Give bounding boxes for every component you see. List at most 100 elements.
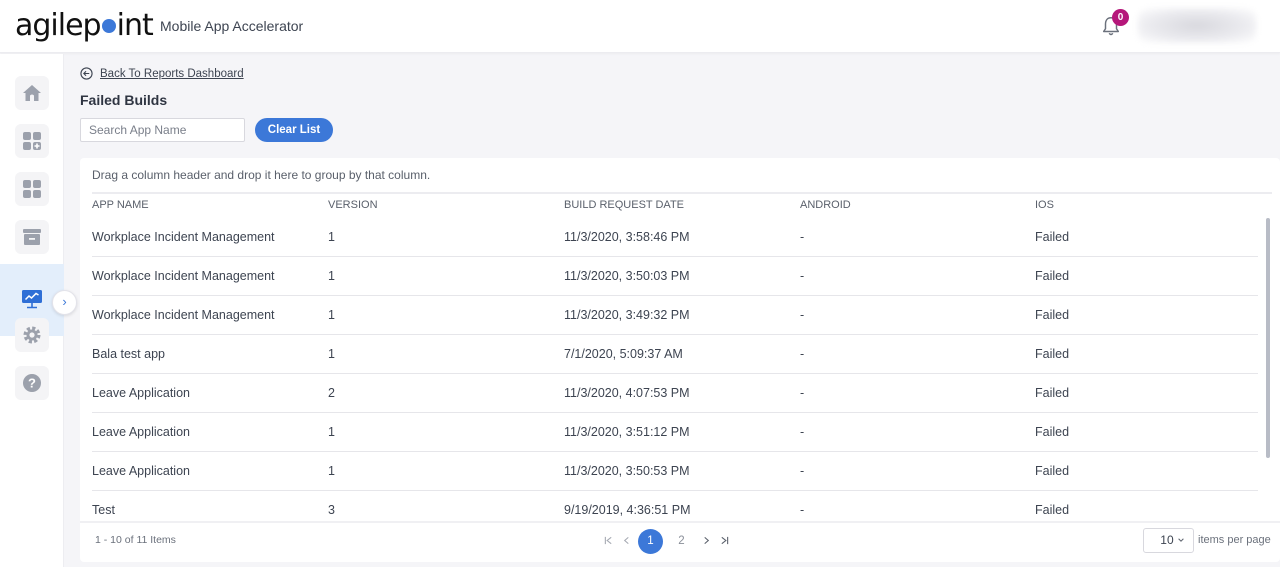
table-row[interactable]: Leave Application 2 11/3/2020, 4:07:53 PM -… (92, 374, 1258, 413)
cell-build-request-date: 11/3/2020, 3:50:03 PM (564, 269, 690, 283)
notification-count-badge: 0 (1112, 9, 1129, 26)
pager-info: 1 - 10 of 11 Items (95, 534, 176, 546)
last-page-button[interactable] (718, 536, 730, 548)
group-by-drop-zone[interactable]: Drag a column header and drop it here to… (92, 168, 430, 182)
cell-app-name: Test (92, 503, 115, 517)
previous-page-button[interactable] (620, 536, 632, 548)
table-row[interactable]: Leave Application 1 11/3/2020, 3:50:53 PM -… (92, 452, 1258, 491)
back-link-text[interactable]: Back To Reports Dashboard (100, 68, 244, 80)
cell-version: 2 (328, 386, 335, 400)
column-header-android[interactable]: ANDROID (800, 199, 851, 211)
grid-vertical-scrollbar[interactable] (1266, 218, 1270, 458)
cell-android: - (800, 308, 805, 322)
apps-grid-icon (23, 180, 41, 198)
cell-build-request-date: 11/3/2020, 3:51:12 PM (564, 425, 690, 439)
cell-app-name: Workplace Incident Management (92, 308, 275, 322)
sidebar-item-settings[interactable] (0, 312, 64, 360)
logo-text-right: int (116, 8, 154, 43)
sidebar-item-create-app[interactable] (0, 118, 64, 166)
apps-add-icon (23, 132, 41, 150)
next-page-icon (703, 536, 709, 544)
back-to-reports-link[interactable]: Back To Reports Dashboard (80, 67, 244, 80)
cell-version: 1 (328, 269, 335, 283)
page-1-button[interactable]: 1 (638, 529, 663, 554)
home-icon (23, 85, 41, 101)
previous-page-icon (623, 536, 629, 544)
column-header-version[interactable]: VERSION (328, 199, 378, 211)
cell-app-name: Bala test app (92, 347, 165, 361)
footer-divider (80, 521, 1280, 523)
cell-ios: Failed (1035, 347, 1070, 361)
column-header-app-name[interactable]: APP NAME (92, 199, 149, 211)
table-row[interactable]: Workplace Incident Management 1 11/3/2020,… (92, 218, 1258, 257)
cell-build-request-date: 11/3/2020, 3:49:32 PM (564, 308, 690, 322)
cell-ios: Failed (1035, 425, 1070, 439)
cell-app-name: Workplace Incident Management (92, 269, 275, 283)
first-page-icon (604, 536, 612, 544)
column-header-ios[interactable]: IOS (1035, 199, 1054, 211)
page-title: Failed Builds (80, 92, 168, 108)
cell-version: 1 (328, 464, 335, 478)
cell-version: 1 (328, 425, 335, 439)
group-divider (92, 192, 1272, 194)
cell-build-request-date: 9/19/2019, 4:36:51 PM (564, 503, 691, 517)
page-size-select[interactable]: 10 (1143, 528, 1194, 553)
cell-ios: Failed (1035, 308, 1070, 322)
cell-app-name: Leave Application (92, 425, 190, 439)
cell-android: - (800, 425, 805, 439)
logo-text-left: agilep (15, 8, 102, 43)
sidebar-item-home[interactable] (0, 70, 64, 118)
user-profile-blurred[interactable] (1138, 8, 1256, 43)
chevron-down-icon (1178, 538, 1184, 542)
next-page-button[interactable] (700, 536, 712, 548)
failed-builds-grid: Drag a column header and drop it here to… (80, 158, 1280, 562)
clear-list-button[interactable]: Clear List (255, 118, 333, 142)
cell-android: - (800, 230, 805, 244)
cell-ios: Failed (1035, 269, 1070, 283)
cell-build-request-date: 11/3/2020, 3:50:53 PM (564, 464, 690, 478)
sidebar-expand-button[interactable]: › (52, 290, 77, 315)
sidebar-item-archive[interactable] (0, 214, 64, 262)
cell-app-name: Leave Application (92, 464, 190, 478)
agilepoint-logo[interactable]: agilep int (15, 8, 154, 44)
cell-version: 1 (328, 308, 335, 322)
table-row[interactable]: Workplace Incident Management 1 11/3/2020,… (92, 296, 1258, 335)
top-header: agilep int Mobile App Accelerator 0 (0, 0, 1280, 53)
items-per-page-label: items per page (1198, 534, 1271, 546)
reports-monitor-icon (22, 290, 42, 309)
cell-app-name: Leave Application (92, 386, 190, 400)
table-row[interactable]: Leave Application 1 11/3/2020, 3:51:12 PM -… (92, 413, 1258, 452)
sidebar-item-help[interactable]: ? (0, 360, 64, 408)
back-arrow-circle-icon (80, 67, 93, 80)
app-title: Mobile App Accelerator (160, 18, 304, 34)
cell-android: - (800, 269, 805, 283)
table-row[interactable]: Bala test app 1 7/1/2020, 5:09:37 AM - Faile… (92, 335, 1258, 374)
cell-version: 3 (328, 503, 335, 517)
cell-app-name: Workplace Incident Management (92, 230, 275, 244)
cell-version: 1 (328, 230, 335, 244)
cell-build-request-date: 11/3/2020, 3:58:46 PM (564, 230, 690, 244)
cell-android: - (800, 386, 805, 400)
search-app-name-input[interactable] (80, 118, 245, 142)
cell-ios: Failed (1035, 230, 1070, 244)
page-size-value: 10 (1160, 533, 1174, 547)
last-page-icon (720, 536, 728, 544)
cell-android: - (800, 464, 805, 478)
table-row[interactable]: Test 3 9/19/2019, 4:36:51 PM - Failed (92, 491, 1258, 522)
cell-ios: Failed (1035, 464, 1070, 478)
table-row[interactable]: Workplace Incident Management 1 11/3/2020,… (92, 257, 1258, 296)
archive-icon (23, 229, 41, 245)
first-page-button[interactable] (602, 536, 614, 548)
cell-build-request-date: 7/1/2020, 5:09:37 AM (564, 347, 683, 361)
cell-ios: Failed (1035, 503, 1070, 517)
column-header-build-request-date[interactable]: BUILD REQUEST DATE (564, 199, 684, 211)
cell-android: - (800, 347, 805, 361)
page-2-button[interactable]: 2 (669, 529, 694, 554)
sidebar-item-apps[interactable] (0, 166, 64, 214)
cell-android: - (800, 503, 805, 517)
grid-rows: Workplace Incident Management 1 11/3/2020,… (92, 218, 1258, 522)
pager: 1 2 (602, 529, 730, 554)
logo-dot (101, 19, 116, 33)
cell-version: 1 (328, 347, 335, 361)
svg-text:?: ? (28, 376, 36, 391)
